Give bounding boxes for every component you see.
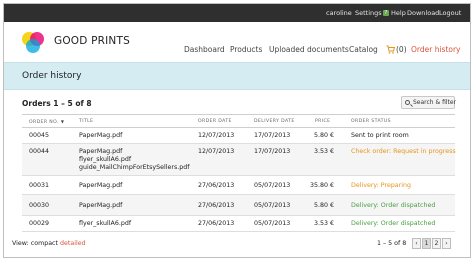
order-no: 00031 [29, 182, 50, 189]
col-order-no[interactable]: ORDER NO. ▼ [29, 115, 64, 128]
order-status: Delivery: Order dispatched [351, 220, 436, 227]
order-date: 27/06/2013 [198, 220, 235, 227]
help-link[interactable]: Help [391, 4, 406, 22]
col-order-status[interactable]: ORDER STATUS [351, 115, 391, 128]
order-date: 12/07/2013 [198, 132, 235, 139]
nav-order-history[interactable]: Order history [411, 45, 461, 54]
table-row[interactable]: 00031 PaperMag.pdf 27/06/2013 05/07/2013… [22, 176, 455, 195]
order-title: PaperMag.pdf [79, 182, 123, 189]
logout-link[interactable]: Logout [439, 4, 461, 22]
order-title: guide_MailChimpForEtsySellers.pdf [79, 164, 190, 171]
pagination-range: 1 – 5 of 8 [377, 240, 407, 247]
settings-link[interactable]: Settings [355, 4, 382, 22]
order-price: 5.80 € [313, 132, 334, 139]
nav-uploaded-documents[interactable]: Uploaded documents [269, 45, 349, 54]
table-row[interactable]: 00045 PaperMag.pdf 12/07/2013 17/07/2013… [22, 128, 455, 144]
nav-products[interactable]: Products [230, 45, 262, 54]
search-icon [405, 100, 410, 105]
view-label: View: [12, 240, 29, 247]
order-title: PaperMag.pdf [79, 148, 123, 155]
brand-name: GOOD PRINTS [54, 35, 130, 47]
page-1-button[interactable]: 1 [422, 238, 431, 249]
table-row[interactable]: 00044 PaperMag.pdf flyer_skullA6.pdf gui… [22, 144, 456, 176]
order-date: 27/06/2013 [198, 202, 235, 209]
order-title: PaperMag.pdf [79, 132, 123, 139]
delivery-date: 05/07/2013 [254, 220, 291, 227]
nav-catalog[interactable]: Catalog [349, 45, 378, 54]
order-no: 00044 [29, 148, 50, 155]
order-title: flyer_skullA6.pdf [79, 156, 132, 163]
order-status: Check order: Request in progress [351, 148, 456, 155]
order-no: 00045 [29, 132, 50, 139]
table-row[interactable]: 00030 PaperMag.pdf 27/06/2013 05/07/2013… [22, 195, 455, 216]
prev-page-button[interactable]: ‹ [412, 238, 421, 249]
order-title: flyer_skullA6.pdf [79, 220, 132, 227]
cart-icon[interactable] [386, 45, 395, 54]
search-filter-label: Search & filter [413, 99, 457, 106]
order-status: Sent to print room [351, 132, 409, 139]
order-status: Delivery: Order dispatched [351, 202, 436, 209]
order-status: Delivery: Preparing [351, 182, 411, 189]
nav-dashboard[interactable]: Dashboard [184, 45, 225, 54]
order-date: 12/07/2013 [198, 148, 235, 155]
delivery-date: 17/07/2013 [254, 132, 291, 139]
view-compact[interactable]: compact [31, 240, 58, 247]
order-date: 27/06/2013 [198, 182, 235, 189]
order-price: 5.80 € [313, 202, 334, 209]
table-header: ORDER NO. ▼ TITLE ORDER DATE DELIVERY DAT… [22, 114, 455, 128]
page-banner: Order history [4, 62, 470, 90]
orders-count: Orders 1 – 5 of 8 [22, 99, 92, 108]
col-order-date[interactable]: ORDER DATE [198, 115, 232, 128]
order-no: 00030 [29, 202, 50, 209]
order-price: 35.80 € [309, 182, 334, 189]
order-no: 00029 [29, 220, 50, 227]
order-title: PaperMag.pdf [79, 202, 123, 209]
next-page-button[interactable]: › [442, 238, 451, 249]
delivery-date: 05/07/2013 [254, 202, 291, 209]
order-price: 3.53 € [313, 220, 334, 227]
sort-desc-icon: ▼ [60, 119, 65, 124]
help-icon: ? [383, 10, 389, 16]
good-prints-logo[interactable] [20, 31, 46, 55]
search-filter-button[interactable]: Search & filter [401, 96, 457, 109]
col-delivery-date[interactable]: DELIVERY DATE [254, 115, 295, 128]
table-row[interactable]: 00029 flyer_skullA6.pdf 27/06/2013 05/07… [22, 216, 455, 232]
col-price[interactable]: PRICE [315, 115, 330, 128]
order-price: 3.53 € [313, 148, 334, 155]
user-link[interactable]: caroline [326, 4, 352, 22]
delivery-date: 05/07/2013 [254, 182, 291, 189]
delivery-date: 17/07/2013 [254, 148, 291, 155]
view-detailed[interactable]: detailed [60, 240, 86, 247]
view-toggle: View: compact detailed [12, 240, 86, 247]
header: GOOD PRINTS Dashboard Products Uploaded … [4, 22, 470, 62]
col-title[interactable]: TITLE [79, 115, 93, 128]
top-bar: caroline Settings ? Help Download Logout [4, 4, 470, 22]
cart-count[interactable]: (0) [396, 45, 407, 54]
page-title: Order history [22, 71, 82, 81]
download-link[interactable]: Download [407, 4, 439, 22]
page-2-button[interactable]: 2 [432, 238, 441, 249]
app-window: caroline Settings ? Help Download Logout… [3, 3, 471, 258]
